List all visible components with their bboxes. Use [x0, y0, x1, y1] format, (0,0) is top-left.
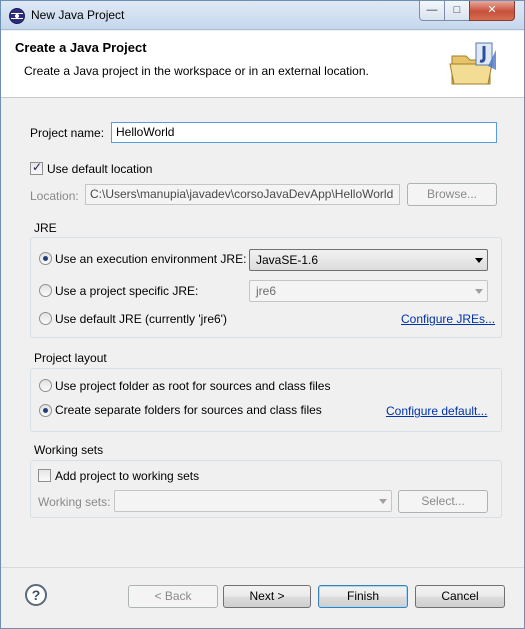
use-default-location-label: Use default location [47, 162, 153, 176]
configure-default-link[interactable]: Configure default... [386, 404, 487, 418]
working-sets-group-title: Working sets [34, 443, 104, 457]
close-icon: ✕ [487, 4, 497, 16]
jre-group-title: JRE [34, 221, 57, 235]
back-button[interactable]: < Back [128, 585, 218, 608]
footer-separator [1, 567, 524, 568]
add-to-working-sets-label: Add project to working sets [55, 469, 200, 483]
working-sets-select[interactable] [114, 490, 392, 512]
cancel-button[interactable]: Cancel [415, 585, 505, 608]
layout-separate-label: Create separate folders for sources and … [55, 403, 322, 417]
layout-root-label: Use project folder as root for sources a… [55, 379, 331, 393]
layout-separate-radio[interactable] [39, 404, 52, 417]
title-bar[interactable]: New Java Project — □ ✕ [1, 1, 524, 30]
finish-button[interactable]: Finish [318, 585, 408, 608]
layout-root-radio[interactable] [39, 379, 52, 392]
minimize-icon: — [426, 4, 438, 16]
wizard-title: Create a Java Project [15, 40, 147, 55]
jre-default-radio[interactable] [39, 312, 52, 325]
execution-env-select[interactable]: JavaSE-1.6 [249, 249, 488, 271]
jre-project-specific-label: Use a project specific JRE: [55, 284, 199, 298]
project-layout-group [30, 368, 502, 432]
chevron-down-icon [475, 289, 483, 294]
project-name-label: Project name: [30, 126, 105, 140]
minimize-button[interactable]: — [419, 1, 445, 21]
execution-env-value: JavaSE-1.6 [256, 253, 319, 267]
location-input[interactable]: C:\Users\manupia\javadev\corsoJavaDevApp… [85, 184, 400, 205]
next-button[interactable]: Next > [223, 585, 311, 608]
new-java-project-window: New Java Project — □ ✕ Create a Java Pro… [0, 0, 525, 629]
help-icon[interactable]: ? [25, 584, 47, 606]
chevron-down-icon [475, 258, 483, 263]
jre-project-specific-radio[interactable] [39, 284, 52, 297]
configure-jres-link[interactable]: Configure JREs... [401, 312, 495, 326]
window-title: New Java Project [31, 8, 125, 22]
browse-button[interactable]: Browse... [407, 183, 497, 206]
use-default-location-checkbox[interactable] [30, 160, 43, 175]
jre-default-label: Use default JRE (currently 'jre6') [55, 312, 227, 326]
working-sets-label: Working sets: [38, 495, 111, 509]
select-working-sets-button[interactable]: Select... [398, 490, 488, 513]
location-label: Location: [30, 189, 79, 203]
project-layout-group-title: Project layout [34, 351, 107, 365]
java-project-folder-icon [449, 42, 496, 85]
maximize-icon: □ [453, 4, 461, 16]
add-to-working-sets-checkbox[interactable] [38, 469, 51, 482]
jre-execution-env-label: Use an execution environment JRE: [55, 252, 247, 266]
jre-execution-env-radio[interactable] [39, 252, 52, 265]
close-button[interactable]: ✕ [469, 1, 515, 21]
wizard-description: Create a Java project in the workspace o… [24, 64, 369, 78]
project-specific-jre-value: jre6 [256, 284, 277, 298]
project-specific-jre-select[interactable]: jre6 [249, 280, 488, 302]
wizard-header: Create a Java Project Create a Java proj… [1, 31, 524, 98]
project-name-input[interactable]: HelloWorld [111, 122, 497, 143]
eclipse-icon [9, 8, 25, 24]
maximize-button[interactable]: □ [444, 1, 470, 21]
chevron-down-icon [379, 499, 387, 504]
